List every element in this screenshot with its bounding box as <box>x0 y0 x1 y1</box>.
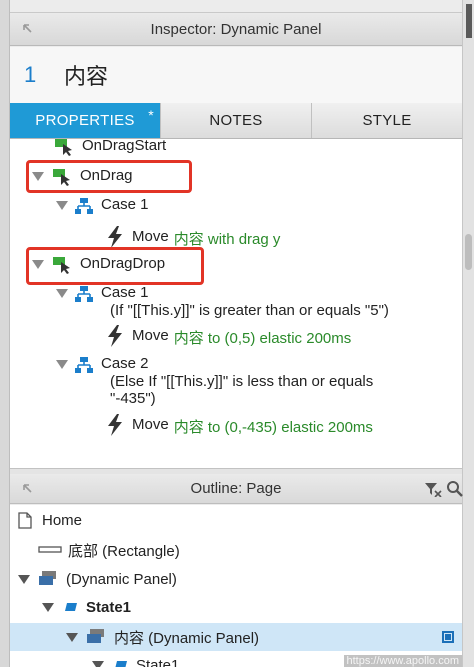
expand-triangle-icon[interactable] <box>56 360 68 369</box>
outline-item-label: 内容 (Dynamic Panel) <box>114 629 260 647</box>
collapse-arrow-icon[interactable] <box>22 23 34 35</box>
filter-icon[interactable] <box>424 481 442 497</box>
tab-properties[interactable]: PROPERTIES * <box>10 103 160 138</box>
outline-item-dynamic-panel[interactable]: (Dynamic Panel) <box>10 565 462 593</box>
event-cursor-icon <box>53 257 70 274</box>
action-verb: Move <box>132 327 169 344</box>
tab-style-label: STYLE <box>362 112 412 129</box>
case-row[interactable]: Case 1 <box>56 284 149 303</box>
action-row[interactable]: Move 内容 to (0,-435) elastic 200ms <box>106 413 373 437</box>
expand-triangle-icon[interactable] <box>56 289 68 298</box>
page-icon <box>18 511 32 529</box>
scroll-marker <box>466 4 472 38</box>
modified-marker: * <box>148 107 154 123</box>
case-row[interactable]: Case 2 <box>56 355 149 374</box>
case-condition-cont: "-435") <box>110 390 156 407</box>
scroll-thumb[interactable] <box>465 234 472 270</box>
case-tree-icon <box>75 357 93 373</box>
case-condition: (If "[[This.y]]" is greater than or equa… <box>110 302 389 319</box>
interactions-panel: OnDragStart OnDrag Case 1 Move 内容 with d… <box>10 139 462 468</box>
expand-triangle-icon[interactable] <box>32 260 44 269</box>
dynamic-panel-icon <box>39 571 56 585</box>
widget-title-row: 1 内容 <box>10 47 462 103</box>
expand-triangle-icon[interactable] <box>56 201 68 210</box>
event-ondragdrop-label: OnDragDrop <box>80 255 166 272</box>
outline-item-label: (Dynamic Panel) <box>66 570 177 588</box>
case-condition-text: "-435") <box>110 390 156 407</box>
event-ondrag[interactable]: OnDrag <box>32 167 133 186</box>
rectangle-icon <box>38 546 62 553</box>
case-condition: (Else If "[[This.y]]" is less than or eq… <box>110 373 373 390</box>
state-icon <box>115 661 127 667</box>
expand-triangle-icon[interactable] <box>92 660 104 667</box>
tab-properties-label: PROPERTIES <box>35 112 135 129</box>
tab-style[interactable]: STYLE <box>311 103 462 138</box>
watermark: https://www.apollo.com <box>343 655 462 667</box>
state-icon <box>65 603 77 611</box>
case-row[interactable]: Case 1 <box>56 196 149 215</box>
outline-item-label: Home <box>42 511 83 529</box>
right-scrollbar[interactable] <box>462 0 474 667</box>
inspector-tabs: PROPERTIES * NOTES STYLE <box>10 103 462 139</box>
action-verb: Move <box>132 228 169 245</box>
collapse-arrow-icon[interactable] <box>22 483 34 495</box>
expand-triangle-icon[interactable] <box>42 602 54 612</box>
selection-checkbox[interactable] <box>442 631 454 643</box>
expand-triangle-icon[interactable] <box>18 574 30 584</box>
action-row[interactable]: Move 内容 to (0,5) elastic 200ms <box>106 324 351 348</box>
event-ondrag-label: OnDrag <box>80 167 133 184</box>
case-tree-icon <box>75 286 93 302</box>
lightning-icon <box>108 414 122 436</box>
widget-name-field[interactable]: 内容 <box>64 59 108 91</box>
case-condition-text: (Else If "[[This.y]]" is less than or eq… <box>110 373 374 390</box>
event-ondragstart[interactable]: OnDragStart <box>54 139 166 156</box>
tab-notes[interactable]: NOTES <box>160 103 311 138</box>
case-condition-text: (If "[[This.y]]" is greater than or equa… <box>110 302 389 319</box>
outline-item-home[interactable]: Home <box>10 506 462 534</box>
action-verb: Move <box>132 416 169 433</box>
app-window: Inspector: Dynamic Panel 1 内容 PROPERTIES… <box>0 0 474 667</box>
dynamic-panel-icon <box>87 629 104 643</box>
outline-item-rectangle[interactable]: 底部 (Rectangle) <box>10 536 462 564</box>
inspector-header: Inspector: Dynamic Panel <box>10 12 462 46</box>
tab-notes-label: NOTES <box>209 112 263 129</box>
outline-tree: Home 底部 (Rectangle) (Dynamic Panel) Stat… <box>10 505 462 667</box>
action-detail: 内容 to (0,5) elastic 200ms <box>173 330 352 347</box>
event-ondragstart-label: OnDragStart <box>82 139 167 154</box>
outline-item-label: State1 <box>86 598 132 616</box>
case-label: Case 1 <box>101 284 149 301</box>
outline-item-label: State1 <box>136 656 180 667</box>
case-label: Case 1 <box>101 196 149 213</box>
case-tree-icon <box>75 198 93 214</box>
event-cursor-icon <box>55 139 72 156</box>
outline-item-label: 底部 (Rectangle) <box>68 542 180 560</box>
expand-triangle-icon[interactable] <box>66 632 78 642</box>
left-dock-strip <box>0 0 10 667</box>
search-icon[interactable] <box>446 480 464 498</box>
action-row[interactable]: Move 内容 with drag y <box>106 225 280 249</box>
event-ondragdrop[interactable]: OnDragDrop <box>32 255 165 274</box>
outline-item-state[interactable]: State1 <box>10 593 462 621</box>
outline-header: Outline: Page <box>10 474 464 504</box>
event-cursor-icon <box>53 169 70 186</box>
action-detail: 内容 with drag y <box>173 231 281 248</box>
outline-title: Outline: Page <box>190 480 282 497</box>
lightning-icon <box>108 325 122 347</box>
inspector-title: Inspector: Dynamic Panel <box>150 20 322 38</box>
action-detail: 内容 to (0,-435) elastic 200ms <box>173 419 373 436</box>
expand-triangle-icon[interactable] <box>32 172 44 181</box>
case-label: Case 2 <box>101 355 149 372</box>
outline-item-content-panel[interactable]: 内容 (Dynamic Panel) <box>10 623 462 651</box>
widget-number: 1 <box>24 62 37 87</box>
lightning-icon <box>108 226 122 248</box>
